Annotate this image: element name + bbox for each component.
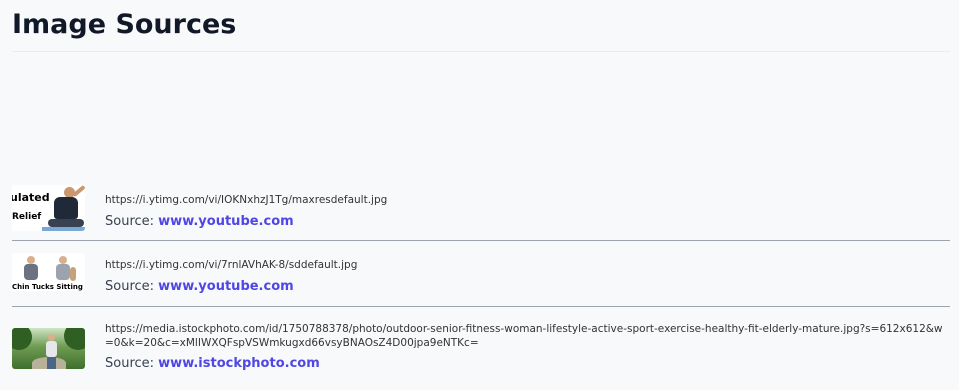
- source-link[interactable]: www.youtube.com: [158, 279, 294, 294]
- image-url: https://i.ytimg.com/vi/7rnlAVhAK-8/sddef…: [105, 259, 358, 271]
- source-list: ulated Relief https://i.ytimg.com/vi/IOK…: [12, 180, 950, 390]
- source-meta: https://i.ytimg.com/vi/IOKNxhzJ1Tg/maxre…: [105, 193, 950, 231]
- thumbnail-image[interactable]: [12, 328, 85, 369]
- source-line: Source: www.istockphoto.com: [105, 355, 950, 373]
- exercise-mat: [42, 227, 85, 231]
- thumbnail-caption: ulated: [12, 191, 50, 204]
- source-label: Source:: [105, 214, 155, 229]
- figure-legs: [47, 357, 56, 369]
- title-divider: [12, 51, 950, 52]
- source-meta: https://i.ytimg.com/vi/7rnlAVhAK-8/sddef…: [105, 258, 950, 296]
- figure-body: [56, 264, 70, 280]
- figure-body: [54, 197, 78, 219]
- source-item: Chin Tucks Sitting https://i.ytimg.com/v…: [12, 241, 950, 307]
- figure-head: [59, 256, 67, 264]
- source-link[interactable]: www.istockphoto.com: [158, 356, 320, 371]
- figure-body: [46, 341, 57, 357]
- thumbnail-caption: Relief: [12, 212, 42, 222]
- source-line: Source: www.youtube.com: [105, 213, 950, 231]
- figure-head: [27, 256, 35, 264]
- thumbnail-caption: Chin Tucks Sitting: [12, 283, 83, 291]
- page-title: Image Sources: [12, 9, 237, 40]
- thumbnail-image[interactable]: Chin Tucks Sitting: [12, 253, 85, 291]
- image-url: https://media.istockphoto.com/id/1750788…: [105, 323, 943, 349]
- image-url: https://i.ytimg.com/vi/IOKNxhzJ1Tg/maxre…: [105, 194, 388, 206]
- source-label: Source:: [105, 279, 155, 294]
- figure-body: [24, 264, 38, 280]
- source-label: Source:: [105, 356, 155, 371]
- thumbnail-image[interactable]: ulated Relief: [12, 185, 85, 231]
- source-link[interactable]: www.youtube.com: [158, 214, 294, 229]
- source-item: ulated Relief https://i.ytimg.com/vi/IOK…: [12, 180, 950, 241]
- figure-legs: [48, 219, 84, 227]
- source-line: Source: www.youtube.com: [105, 278, 950, 296]
- source-meta: https://media.istockphoto.com/id/1750788…: [105, 322, 950, 373]
- chair: [70, 267, 76, 281]
- source-item: https://media.istockphoto.com/id/1750788…: [12, 307, 950, 390]
- figure-head: [48, 334, 55, 341]
